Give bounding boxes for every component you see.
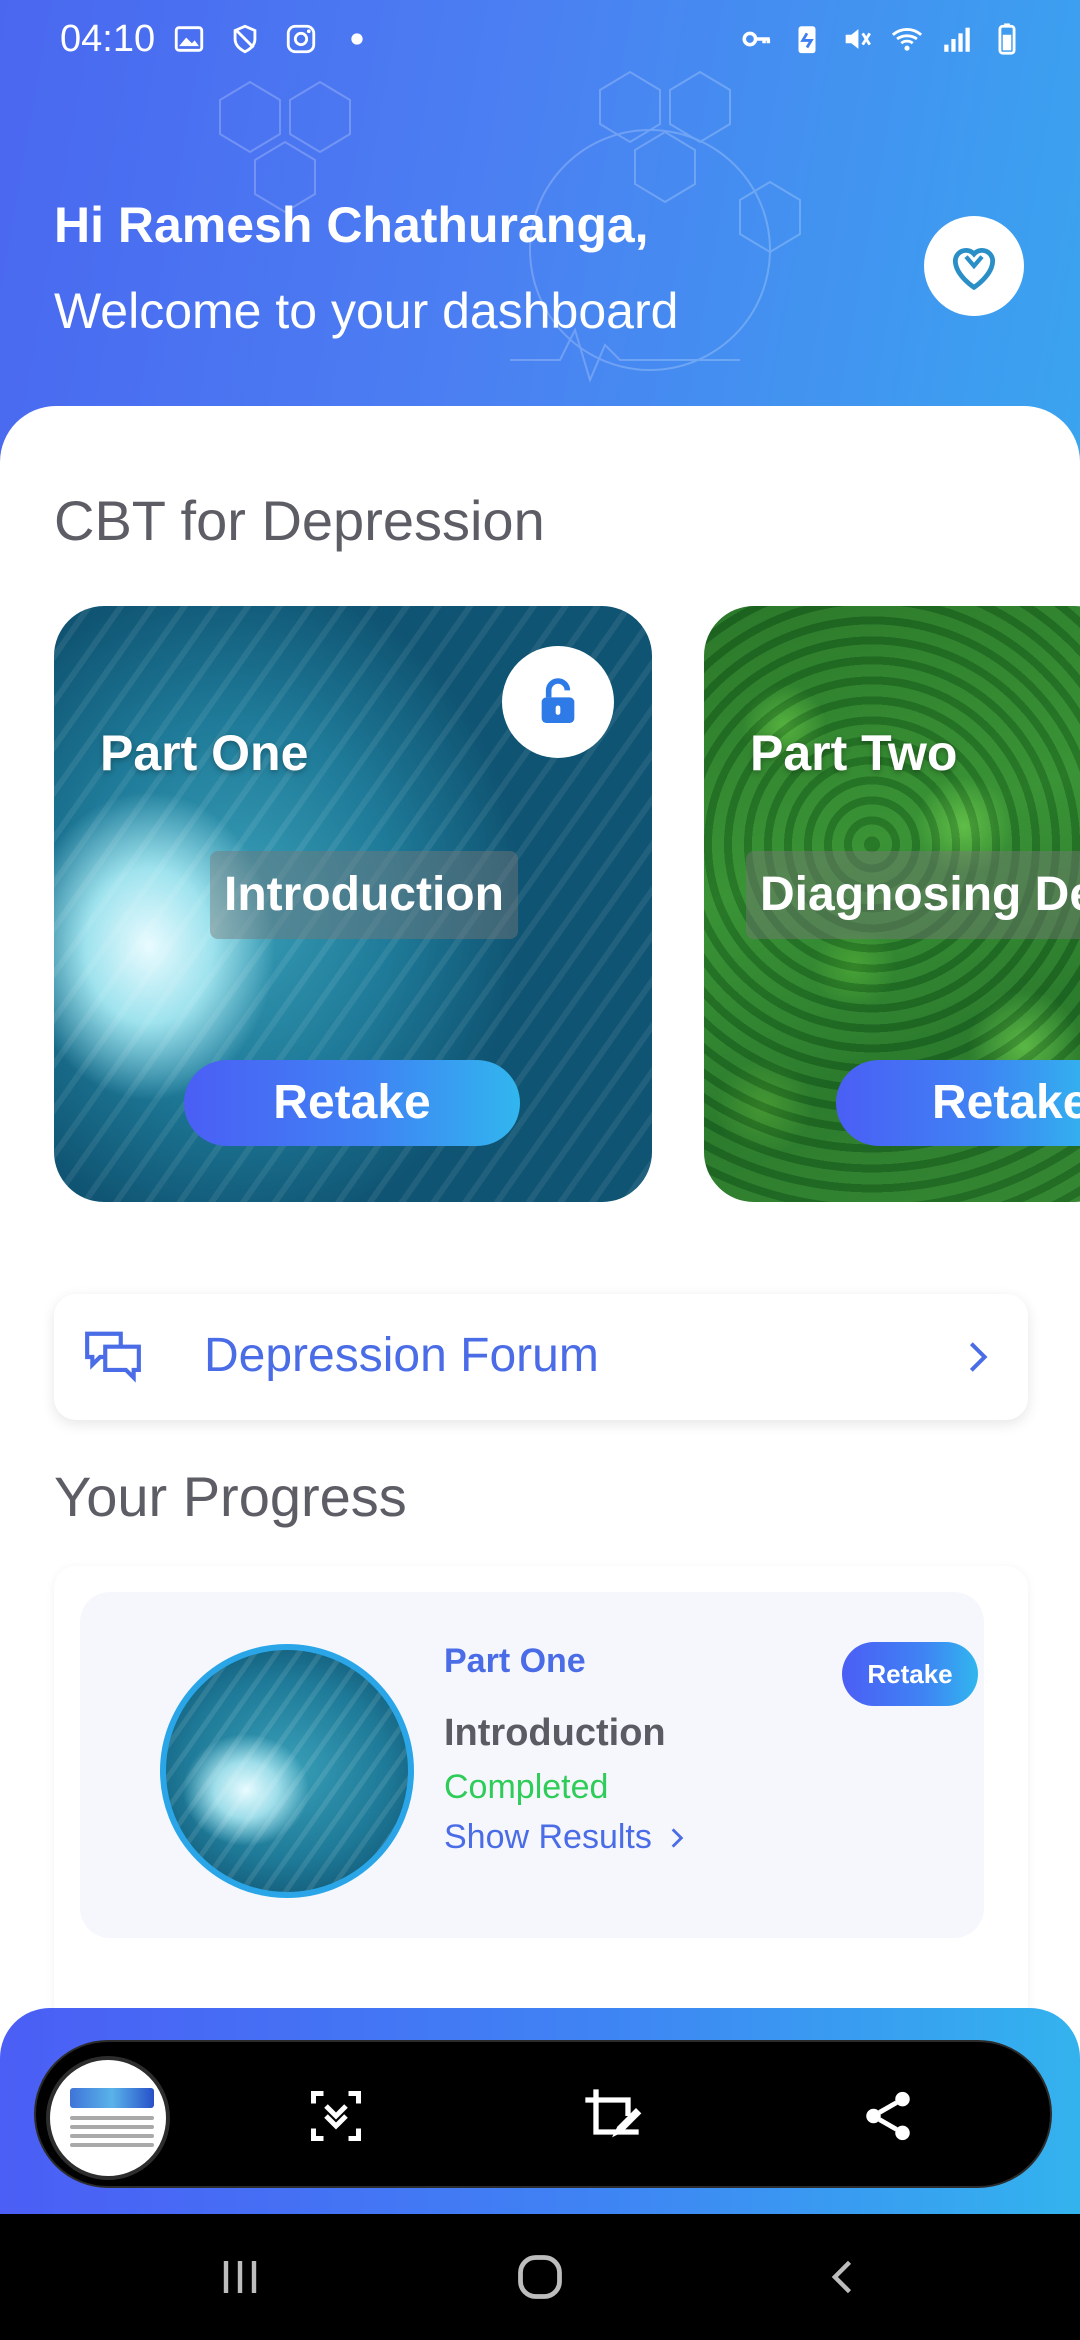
health-profile-button[interactable] — [924, 216, 1024, 316]
gallery-icon — [174, 26, 204, 52]
chat-bubbles-icon — [85, 1331, 141, 1383]
wifi-icon — [891, 28, 923, 51]
card-part-label: Part Two — [750, 725, 958, 781]
crop-edit-icon — [585, 2089, 642, 2138]
unlock-badge — [502, 646, 614, 758]
welcome-subtitle: Welcome to your dashboard — [54, 283, 679, 339]
progress-status: Completed — [444, 1768, 609, 1806]
progress-title: Your Progress — [54, 1465, 407, 1528]
key-icon — [742, 31, 771, 47]
progress-item: Part One Introduction Completed Show Res… — [80, 1592, 984, 1938]
progress-thumbnail — [160, 1644, 414, 1898]
status-bar: 04:10 — [0, 0, 1080, 84]
header: 04:10 Hi Ramesh Chathuranga, Welcome to … — [0, 0, 1080, 470]
battery-icon — [998, 23, 1016, 55]
progress-panel: Part One Introduction Completed Show Res… — [54, 1566, 1028, 2026]
home-button[interactable] — [500, 2244, 580, 2310]
back-button[interactable] — [804, 2244, 884, 2310]
thumbnail-header-graphic — [70, 2088, 154, 2108]
mute-icon — [845, 29, 871, 49]
system-navigation-bar — [0, 2214, 1080, 2340]
show-results-label: Show Results — [444, 1818, 652, 1856]
unlocked-padlock-icon — [541, 678, 575, 723]
signal-icon — [944, 27, 970, 52]
program-title: CBT for Depression — [54, 489, 545, 552]
recents-icon — [223, 2261, 257, 2293]
greeting-text: Hi Ramesh Chathuranga, — [54, 197, 649, 253]
forum-link[interactable]: Depression Forum — [54, 1294, 1028, 1420]
retake-button[interactable]: Retake — [184, 1060, 520, 1146]
status-time: 04:10 — [60, 18, 156, 60]
crop-edit-button[interactable] — [576, 2080, 648, 2152]
recents-button[interactable] — [200, 2244, 280, 2310]
show-results-link[interactable]: Show Results — [444, 1818, 690, 1857]
retake-button[interactable]: Retake — [836, 1060, 1080, 1146]
dot-icon — [351, 33, 363, 45]
back-icon — [831, 2260, 852, 2294]
share-icon — [866, 2091, 910, 2141]
card-part-label: Part One — [100, 725, 309, 781]
home-icon — [518, 2255, 562, 2299]
share-button[interactable] — [852, 2080, 924, 2152]
card-topic-label: Introduction — [210, 851, 518, 939]
heart-stethoscope-icon — [952, 248, 996, 291]
instagram-icon — [286, 24, 316, 54]
scroll-capture-button[interactable] — [300, 2080, 372, 2152]
scroll-capture-icon — [311, 2091, 361, 2141]
chevron-right-icon — [671, 1827, 684, 1848]
shield-icon — [233, 24, 257, 54]
forum-label: Depression Forum — [204, 1329, 599, 1382]
progress-retake-button[interactable]: Retake — [842, 1642, 978, 1706]
progress-part-label: Part One — [444, 1642, 586, 1680]
thumbnail-text-lines — [70, 2116, 154, 2152]
progress-topic-label: Introduction — [444, 1712, 666, 1754]
screenshot-thumbnail[interactable] — [46, 2056, 170, 2180]
chevron-right-icon — [969, 1342, 988, 1372]
card-topic-label: Diagnosing Dep — [746, 851, 1080, 939]
battery-saver-icon — [798, 26, 816, 54]
